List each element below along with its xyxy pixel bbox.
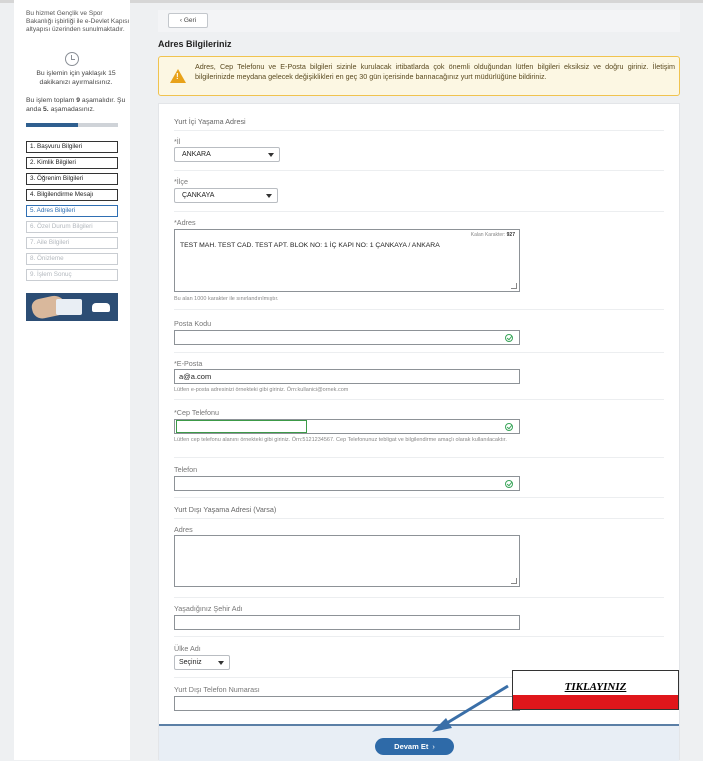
posta-kodu-input[interactable] (174, 330, 520, 345)
sidebar-intro: Bu hizmet Gençlik ve Spor Bakanlığı işbi… (26, 10, 130, 33)
step-total: 9 (76, 97, 81, 104)
adres-textarea[interactable]: Kalan Karakter: 927 TEST MAH. TEST CAD. … (174, 229, 520, 292)
divider (174, 211, 664, 212)
step-current: 5. (43, 105, 49, 113)
focus-outline (176, 420, 307, 433)
page-title: Adres Bilgileriniz (158, 39, 232, 49)
divider (174, 597, 664, 598)
char-counter: Kalan Karakter: 927 (470, 232, 515, 238)
abroad-adres-textarea[interactable] (174, 535, 520, 587)
progress-fill (26, 123, 78, 127)
adres-label: *Adres (174, 218, 196, 227)
step-item-7: 7. Aile Bilgileri (26, 237, 118, 249)
estimated-time: Bu işlemin için yaklaşık 15 dakikanızı a… (36, 70, 116, 86)
alert-text: Adres, Cep Telefonu ve E-Posta bilgileri… (195, 62, 675, 81)
il-select[interactable]: ANKARA (174, 147, 280, 162)
back-button[interactable]: ‹ Geri (168, 13, 208, 28)
card-image (56, 299, 82, 315)
sidebar: Bu hizmet Gençlik ve Spor Bakanlığı işbi… (14, 0, 130, 760)
step-info: Bu işlem toplam 9 aşamalıdır. Şu anda 5.… (26, 97, 130, 114)
annotation-label: TIKLAYINIZ (564, 681, 627, 693)
divider (174, 497, 664, 498)
ulke-select[interactable]: Seçiniz (174, 655, 230, 670)
step-item-5[interactable]: 5. Adres Bilgileri (26, 205, 118, 217)
divider (174, 518, 664, 519)
divider (174, 352, 664, 353)
check-circle-icon (505, 423, 513, 431)
sehir-label: Yaşadığınız Şehir Adı (174, 604, 243, 613)
progress-bar (26, 123, 118, 127)
divider (174, 399, 664, 400)
eposta-input[interactable]: a@a.com (174, 369, 520, 384)
resize-handle-icon[interactable] (511, 283, 517, 289)
back-label: Geri (183, 17, 197, 24)
step-info-suffix: aşamadasınız. (50, 105, 95, 113)
divider (174, 130, 664, 131)
step-item-6: 6. Özel Durum Bilgileri (26, 221, 118, 233)
step-info-prefix: Bu işlem toplam (26, 97, 75, 104)
back-bar: ‹ Geri (158, 10, 680, 32)
step-item-1[interactable]: 1. Başvuru Bilgileri (26, 141, 118, 153)
cep-telefonu-hint: Lütfen cep telefonu alanını örnekteki gi… (174, 437, 507, 443)
form-footer: Devam Et › (159, 724, 679, 761)
annotation-red-band (513, 695, 678, 709)
clock-icon (65, 52, 79, 66)
chevron-right-icon: › (432, 742, 435, 751)
abroad-address-title: Yurt Dışı Yaşama Adresi (Varsa) (174, 505, 277, 514)
check-circle-icon (505, 334, 513, 342)
ilce-label: *İlçe (174, 177, 188, 186)
yurt-disi-telefon-label: Yurt Dışı Telefon Numarası (174, 685, 260, 694)
edevlet-banner-image[interactable] (26, 293, 118, 321)
divider (174, 309, 664, 310)
main-content: ‹ Geri Adres Bilgileriniz ! Adres, Cep T… (158, 0, 680, 761)
ulke-label: Ülke Adı (174, 644, 201, 653)
check-circle-icon (505, 480, 513, 488)
il-label: *İl (174, 137, 181, 146)
eposta-hint: Lütfen e-posta adresinizi örnekteki gibi… (174, 387, 349, 393)
divider (174, 636, 664, 637)
step-item-2[interactable]: 2. Kimlik Bilgileri (26, 157, 118, 169)
step-list: 1. Başvuru Bilgileri 2. Kimlik Bilgileri 3… (26, 141, 118, 285)
step-item-4[interactable]: 4. Bilgilendirme Mesajı (26, 189, 118, 201)
step-item-9: 9. İşlem Sonuç (26, 269, 118, 281)
divider (174, 170, 664, 171)
address-form: Yurt İçi Yaşama Adresi *İl ANKARA *İlçe … (158, 103, 680, 761)
devam-et-button[interactable]: Devam Et › (375, 738, 454, 755)
devam-et-label: Devam Et (394, 742, 429, 751)
telefon-label: Telefon (174, 465, 198, 474)
abroad-adres-label: Adres (174, 525, 193, 534)
chevron-left-icon: ‹ (179, 17, 183, 24)
resize-handle-icon[interactable] (511, 578, 517, 584)
telefon-input[interactable] (174, 476, 520, 491)
ilce-select[interactable]: ÇANKAYA (174, 188, 278, 203)
domestic-address-title: Yurt İçi Yaşama Adresi (174, 117, 246, 126)
sehir-input[interactable] (174, 615, 520, 630)
step-item-8: 8. Önizleme (26, 253, 118, 265)
eposta-label: *E-Posta (174, 359, 203, 368)
car-icon (92, 303, 110, 312)
step-item-3[interactable]: 3. Öğrenim Bilgileri (26, 173, 118, 185)
click-here-annotation: TIKLAYINIZ (512, 670, 679, 710)
adres-hint: Bu alan 1000 karakter ile sınırlandırılm… (174, 296, 279, 302)
warning-icon: ! (170, 69, 186, 83)
posta-kodu-label: Posta Kodu (174, 319, 212, 328)
adres-value: TEST MAH. TEST CAD. TEST APT. BLOK NO: 1… (180, 242, 440, 249)
cep-telefonu-label: *Cep Telefonu (174, 408, 220, 417)
cep-telefonu-input[interactable] (174, 419, 520, 434)
warning-alert: ! Adres, Cep Telefonu ve E-Posta bilgile… (158, 56, 680, 96)
divider (174, 457, 664, 458)
yurt-disi-telefon-input[interactable] (174, 696, 520, 711)
